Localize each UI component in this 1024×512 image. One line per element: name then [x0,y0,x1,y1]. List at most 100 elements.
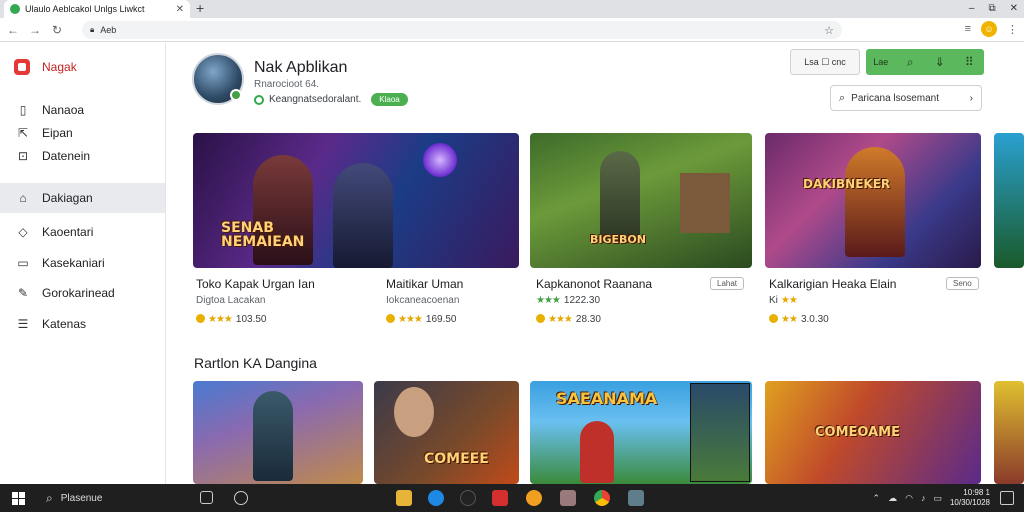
chevron-right-icon: › [969,92,973,104]
close-icon[interactable]: ✕ [176,4,184,15]
action-button-label[interactable]: Lae [866,57,896,67]
brand-label: Nagak [42,60,77,74]
app-developer: Keangnatsedoralant. Klaoa [254,93,408,106]
featured-card-banner[interactable]: DAKIBNEKER [765,133,981,268]
document-icon: ▯ [19,103,27,117]
wifi-icon[interactable]: ◠ [905,493,913,504]
sidebar-item-datenein[interactable]: ⊡ Datenein [0,141,165,171]
maximize-button[interactable]: ⧉ [988,0,995,18]
window-controls: – ⧉ ✕ [969,0,1018,18]
pencil-icon: ✎ [17,286,29,300]
app-card-rating: ★★★ 169.50 [386,314,457,325]
more-icon[interactable]: ⋮ [1007,23,1018,36]
app-card-rating: ★★★ 103.50 [196,314,267,325]
forward-arrow-icon[interactable]: → [26,23,44,37]
search-icon: ⌕ [46,490,53,505]
rating-value: 3.0.30 [800,314,829,325]
notification-icon[interactable] [1000,491,1014,505]
taskbar-clock[interactable]: 10:98 1 10/30/1028 [950,488,990,508]
sidebar-item-label: Kaoentari [42,225,94,239]
coin-icon [196,314,205,323]
store-app-icon[interactable] [492,490,508,506]
sidebar-item-kasekaniari[interactable]: ▭ Kasekaniari [0,248,165,278]
banner-title: SENAB NEMAIEAN [221,220,305,250]
minimize-button[interactable]: – [969,0,975,18]
close-window-button[interactable]: ✕ [1010,0,1018,18]
view-toggle-group[interactable]: Lsa ☐ cnc [790,49,860,75]
profile-avatar[interactable]: ☺ [981,21,997,37]
game-app-icon[interactable] [526,490,542,506]
plus-icon[interactable]: + [196,0,204,16]
edge-browser-icon[interactable] [428,490,444,506]
grid-icon[interactable]: ⠿ [955,55,985,69]
action-button-group: Lae ⌕ ⇓ ⠿ [866,49,984,75]
clock-date: 10/30/1028 [949,498,990,507]
rating-value: 28.30 [575,314,601,325]
battery-icon[interactable]: ▭ [933,493,942,504]
featured-card-banner[interactable]: BIGEBON [530,133,752,268]
file-explorer-icon[interactable] [396,490,412,506]
search-placeholder: Paricana lsosemant [851,92,939,104]
search-input[interactable]: ⌕ Paricana lsosemant › [830,85,982,111]
star-rating: ★★★ [208,314,233,325]
sidebar-item-gorokarinead[interactable]: ✎ Gorokarinead [0,278,165,308]
energy-orb-icon [423,143,457,177]
sidebar-item-label: Dakiagan [42,191,93,205]
star-rating: ★★ [781,314,798,325]
sidebar-item-label: Gorokarinead [42,286,115,300]
volume-icon[interactable]: ♪ [921,493,926,503]
star-rating: ★★★ [548,314,573,325]
list-icon: ☰ [17,317,29,331]
sidebar-item-kaoentari[interactable]: ◇ Kaoentari [0,217,165,247]
taskbar-search[interactable]: ⌕ Plasenue [46,488,196,508]
building-shape [680,173,730,233]
lock-icon: 🔒︎ [90,25,95,34]
clock-app-icon[interactable] [234,491,248,505]
windows-start-icon[interactable] [12,491,32,505]
banner-title: DAKIBNEKER [803,177,891,191]
main-content: Nak Apblikan Rnarocioot 64. Keangnatsedo… [166,43,1024,484]
sidebar-item-dakiagan[interactable]: ⌂ Dakiagan [0,183,165,213]
chevron-up-icon[interactable]: ⌃ [873,493,881,504]
address-input[interactable]: 🔒︎ Aeb ☆ [82,21,842,39]
section-card[interactable] [193,381,363,484]
search-icon[interactable]: ⌕ [896,55,926,70]
sidebar-brand[interactable]: Nagak [14,59,77,75]
section-card[interactable]: SAEANAMA [530,381,752,484]
app-card-title[interactable]: Kalkarigian Heaka Elain [769,277,896,291]
app-card-button[interactable]: Seno [946,277,979,290]
section-card-partial[interactable] [994,381,1024,484]
featured-card-banner[interactable]: SENAB NEMAIEAN [193,133,519,268]
status-badge[interactable]: Klaoa [371,93,408,106]
export-icon: ⇱ [17,126,29,140]
section-card[interactable]: COMEOAME [765,381,981,484]
chrome-app-icon[interactable] [594,490,610,506]
browser-tab[interactable]: Ulaulo Aeblcakol Unlgs Liwkct ✕ [4,0,190,18]
photos-app-icon[interactable] [560,490,576,506]
home-icon: ⌂ [19,191,27,205]
sidebar-item-katenas[interactable]: ☰ Katenas [0,309,165,339]
reload-icon[interactable]: ↻ [48,23,66,37]
task-view-icon[interactable] [200,491,213,504]
cloud-icon[interactable]: ☁ [888,493,897,504]
developer-name[interactable]: Keangnatsedoralant. [269,94,361,105]
settings-app-icon[interactable] [628,490,644,506]
hero-figure [333,163,393,268]
app-card-button[interactable]: Lahat [710,277,745,290]
search-icon: ⌕ [839,91,846,104]
banner-title: COMEEE [424,451,489,467]
star-icon[interactable]: ☆ [824,24,834,37]
app-card-title[interactable]: Maitikar Uman [386,277,463,291]
menu-icon[interactable]: ≡ [965,23,971,35]
app-title: Nak Apblikan [254,59,348,76]
back-arrow-icon[interactable]: ← [4,23,22,37]
download-icon[interactable]: ⇓ [925,55,955,69]
app-card-title[interactable]: Toko Kapak Urgan Ian [196,277,315,291]
app-card-title[interactable]: Kapkanonot Raanana [536,277,652,291]
soldier-figure [600,151,640,243]
section-card[interactable]: COMEEE [374,381,519,484]
rating-value: 1222.30 [563,295,601,306]
featured-card-banner-partial[interactable] [994,133,1024,268]
grid-icon: ⊡ [17,149,29,163]
media-app-icon[interactable] [460,490,476,506]
